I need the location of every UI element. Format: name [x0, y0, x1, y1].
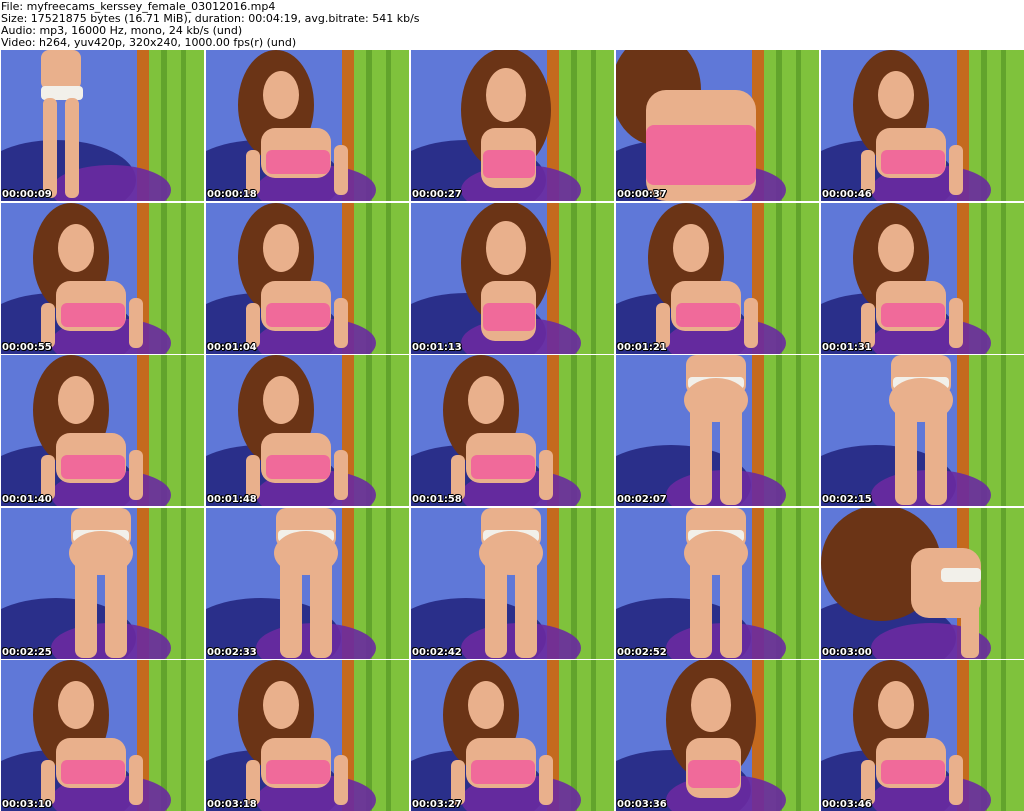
timestamp-label: 00:03:46	[822, 799, 872, 810]
thumbnail-frame-image	[616, 50, 819, 201]
video-thumbnail: 00:02:15	[821, 355, 1024, 506]
video-thumbnail: 00:00:46	[821, 50, 1024, 201]
thumbnail-grid: 00:00:09 00:00:18 00:00:27 00:00:37 00:00:46…	[0, 50, 1024, 811]
video-thumbnail: 00:01:04	[206, 202, 409, 354]
timestamp-label: 00:03:10	[2, 799, 52, 810]
video-thumbnail: 00:03:46	[821, 660, 1024, 811]
thumbnail-frame-image	[206, 50, 409, 201]
thumbnail-frame-image	[206, 507, 409, 659]
timestamp-label: 00:03:36	[617, 799, 667, 810]
thumbnail-frame-image	[411, 507, 614, 659]
thumbnail-frame-image	[1, 660, 204, 811]
video-thumbnail: 00:00:18	[206, 50, 409, 201]
video-thumbnail: 00:02:52	[616, 507, 819, 659]
timestamp-label: 00:02:15	[822, 494, 872, 505]
timestamp-label: 00:00:37	[617, 189, 667, 200]
video-thumbnail: 00:01:31	[821, 202, 1024, 354]
video-thumbnail: 00:02:42	[411, 507, 614, 659]
file-info-header: File: myfreecams_kerssey_female_03012016…	[0, 0, 1024, 50]
thumbnail-frame-image	[206, 660, 409, 811]
thumbnail-frame-image	[1, 50, 204, 201]
timestamp-label: 00:01:48	[207, 494, 257, 505]
thumbnail-frame-image	[821, 202, 1024, 354]
video-thumbnail: 00:03:10	[1, 660, 204, 811]
thumbnail-frame-image	[411, 202, 614, 354]
video-thumbnail: 00:03:18	[206, 660, 409, 811]
timestamp-label: 00:00:09	[2, 189, 52, 200]
timestamp-label: 00:01:13	[412, 341, 462, 353]
thumbnail-frame-image	[411, 50, 614, 201]
timestamp-label: 00:03:18	[207, 799, 257, 810]
thumbnail-frame-image	[411, 355, 614, 506]
video-thumbnail: 00:02:07	[616, 355, 819, 506]
thumbnail-frame-image	[1, 202, 204, 354]
timestamp-label: 00:02:42	[412, 646, 462, 658]
thumbnail-frame-image	[1, 355, 204, 506]
thumbnail-frame-image	[616, 355, 819, 506]
video-thumbnail: 00:01:40	[1, 355, 204, 506]
timestamp-label: 00:01:31	[822, 341, 872, 353]
video-thumbnail: 00:00:55	[1, 202, 204, 354]
video-thumbnail: 00:02:25	[1, 507, 204, 659]
timestamp-label: 00:02:07	[617, 494, 667, 505]
thumbnail-frame-image	[616, 202, 819, 354]
thumbnail-frame-image	[616, 507, 819, 659]
video-thumbnail: 00:03:27	[411, 660, 614, 811]
thumbnail-frame-image	[411, 660, 614, 811]
thumbnail-frame-image	[206, 202, 409, 354]
video-thumbnail: 00:03:00	[821, 507, 1024, 659]
timestamp-label: 00:02:33	[207, 646, 257, 658]
timestamp-label: 00:03:27	[412, 799, 462, 810]
video-info-line: Video: h264, yuv420p, 320x240, 1000.00 f…	[1, 36, 297, 49]
video-thumbnail: 00:01:21	[616, 202, 819, 354]
timestamp-label: 00:01:58	[412, 494, 462, 505]
video-thumbnail: 00:00:37	[616, 50, 819, 201]
thumbnail-frame-image	[821, 507, 1024, 659]
video-thumbnail: 00:02:33	[206, 507, 409, 659]
timestamp-label: 00:01:04	[207, 341, 257, 353]
thumbnail-frame-image	[821, 355, 1024, 506]
video-thumbnail: 00:00:27	[411, 50, 614, 201]
thumbnail-frame-image	[206, 355, 409, 506]
timestamp-label: 00:00:55	[2, 341, 52, 353]
timestamp-label: 00:00:27	[412, 189, 462, 200]
timestamp-label: 00:01:40	[2, 494, 52, 505]
timestamp-label: 00:02:25	[2, 646, 52, 658]
video-thumbnail: 00:03:36	[616, 660, 819, 811]
video-thumbnail: 00:01:48	[206, 355, 409, 506]
timestamp-label: 00:03:00	[822, 646, 872, 658]
thumbnail-frame-image	[1, 507, 204, 659]
timestamp-label: 00:01:21	[617, 341, 667, 353]
thumbnail-frame-image	[821, 660, 1024, 811]
video-thumbnail: 00:01:58	[411, 355, 614, 506]
timestamp-label: 00:00:46	[822, 189, 872, 200]
video-thumbnail: 00:01:13	[411, 202, 614, 354]
timestamp-label: 00:02:52	[617, 646, 667, 658]
timestamp-label: 00:00:18	[207, 189, 257, 200]
thumbnail-frame-image	[616, 660, 819, 811]
thumbnail-frame-image	[821, 50, 1024, 201]
video-thumbnail: 00:00:09	[1, 50, 204, 201]
